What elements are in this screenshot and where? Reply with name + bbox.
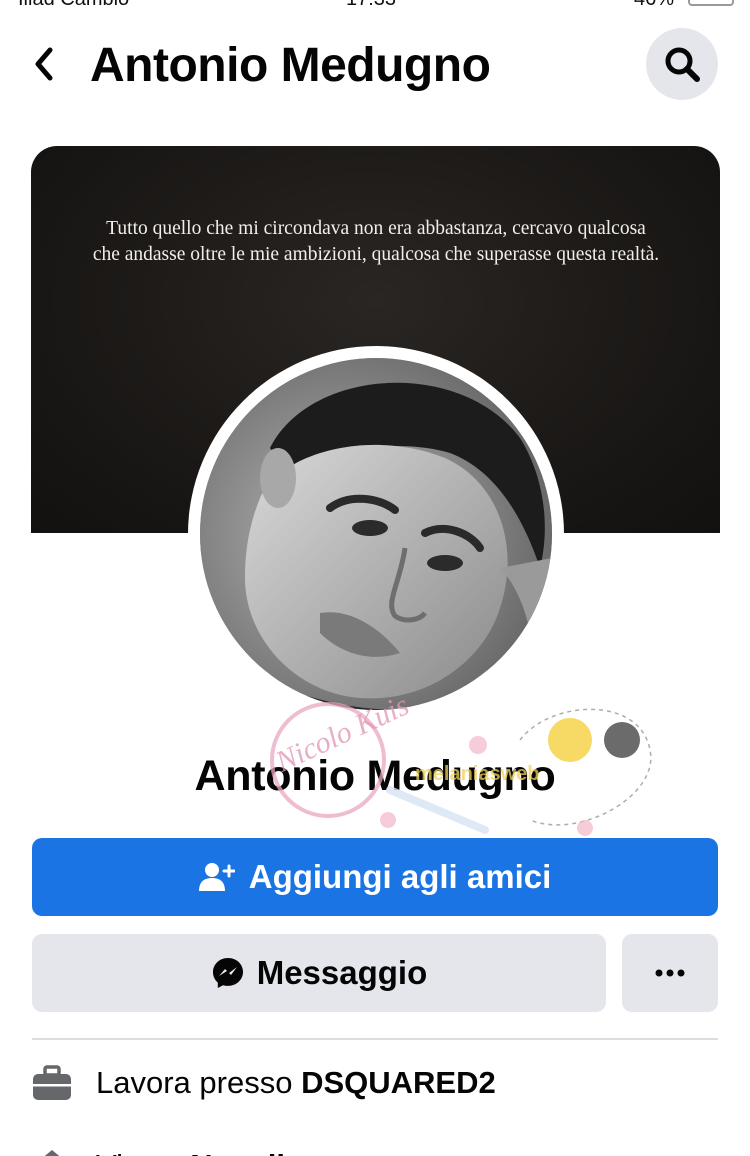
chevron-left-icon <box>35 47 53 81</box>
cover-quote: Tutto quello che mi circondava non era a… <box>92 218 660 265</box>
profile-name: Antonio Medugno <box>194 752 556 800</box>
work-place-link[interactable]: DSQUARED2 <box>301 1065 496 1100</box>
message-label: Messaggio <box>256 954 428 991</box>
briefcase-icon <box>32 1063 72 1103</box>
search-button[interactable] <box>646 28 718 100</box>
battery-icon <box>688 0 734 6</box>
home-info-text: Vive a Napoli <box>96 1148 285 1156</box>
work-info-text: Lavora presso DSQUARED2 <box>96 1065 496 1101</box>
add-friend-button[interactable]: Aggiungi agli amici <box>32 838 718 916</box>
carrier-label: Iliad Cambio <box>18 0 129 10</box>
more-options-button[interactable] <box>622 934 718 1012</box>
message-button[interactable]: Messaggio <box>32 934 606 1012</box>
home-prefix: Vive a <box>96 1148 190 1156</box>
page-title: Antonio Medugno <box>90 39 491 92</box>
avatar[interactable] <box>200 358 552 710</box>
avatar-frame <box>188 346 564 722</box>
messenger-icon <box>212 958 243 988</box>
work-info-row: Lavora presso DSQUARED2 <box>32 1055 718 1111</box>
back-button[interactable] <box>26 44 62 84</box>
clock: 17:33 <box>346 0 396 10</box>
add-friend-icon <box>198 863 235 891</box>
add-friend-label: Aggiungi agli amici <box>248 858 552 895</box>
status-bar: Iliad Cambio 17:33 46% <box>0 0 750 10</box>
section-divider <box>32 1038 718 1040</box>
home-info-row: Vive a Napoli <box>32 1138 718 1156</box>
profile-photo <box>200 358 552 710</box>
home-icon <box>32 1146 72 1156</box>
more-horizontal-icon <box>655 969 685 977</box>
battery-percent: 46% <box>634 0 674 10</box>
work-prefix: Lavora presso <box>96 1065 302 1100</box>
search-icon <box>665 47 700 82</box>
home-place-link[interactable]: Napoli <box>190 1148 285 1156</box>
profile-header: Antonio Medugno <box>0 20 750 110</box>
